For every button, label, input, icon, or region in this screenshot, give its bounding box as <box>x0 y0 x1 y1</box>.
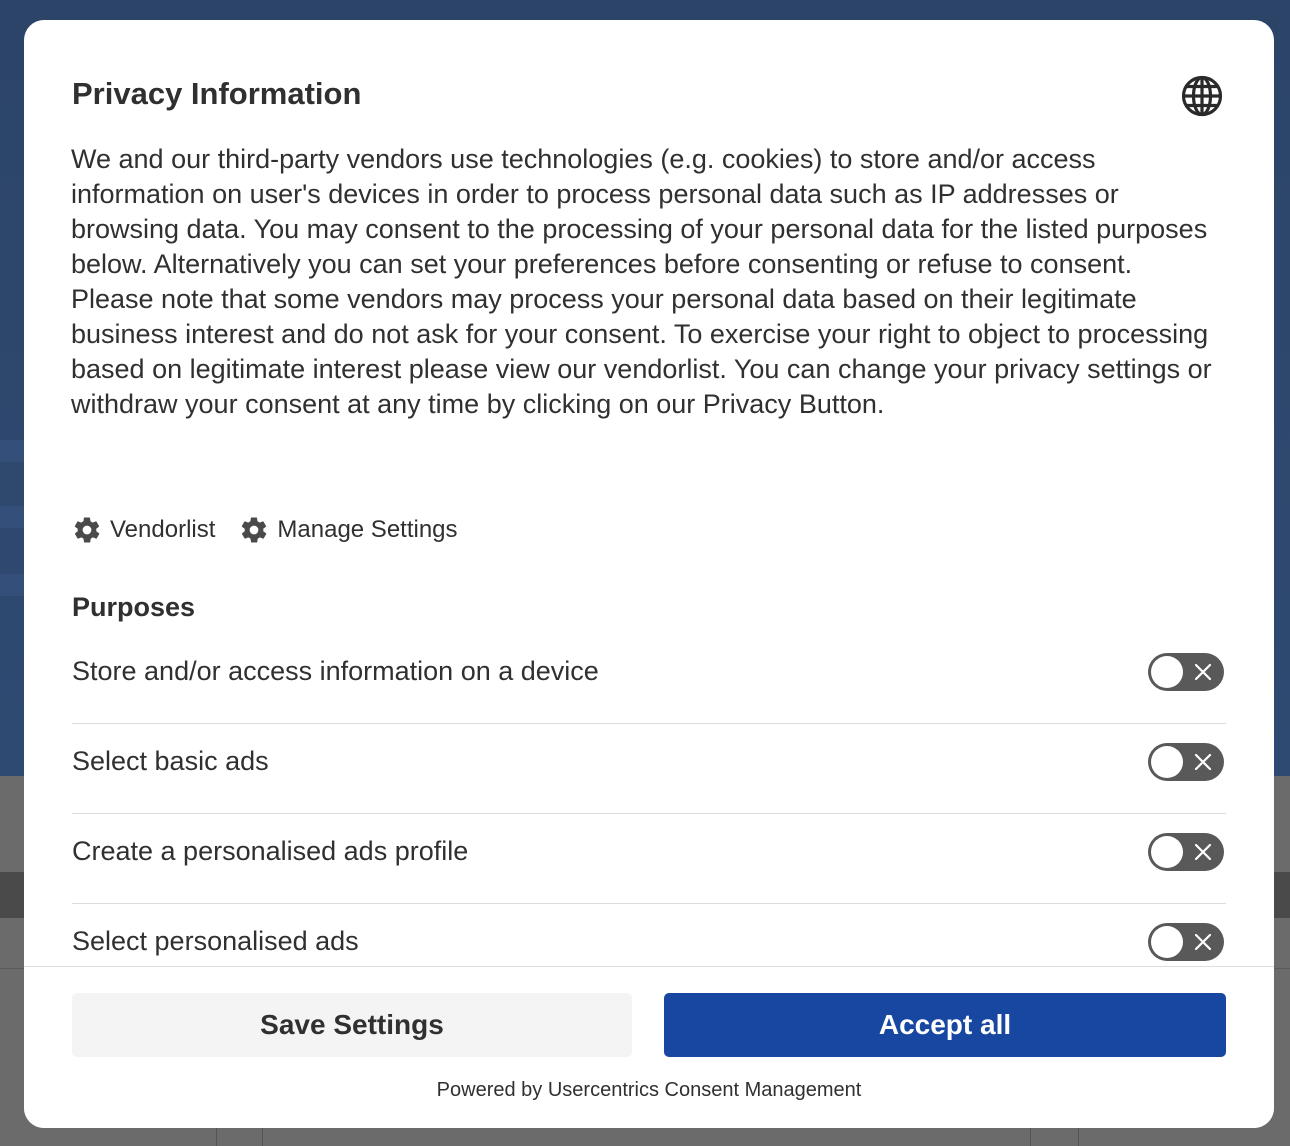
background-decoration <box>0 506 24 528</box>
background-divider <box>262 1128 263 1146</box>
globe-icon[interactable] <box>1180 74 1224 118</box>
purpose-label: Create a personalised ads profile <box>72 836 469 866</box>
toggle-knob <box>1151 746 1183 778</box>
purpose-label: Store and/or access information on a dev… <box>72 656 599 686</box>
purpose-item: Store and/or access information on a dev… <box>72 634 1226 724</box>
dialog-links: Vendorlist Manage Settings <box>72 512 482 548</box>
purpose-item: Select personalised ads <box>72 904 1226 966</box>
purpose-label: Select personalised ads <box>72 926 359 956</box>
dialog-footer: Save Settings Accept all Powered by User… <box>24 966 1274 1128</box>
consent-dialog: Privacy Information We and our third-par… <box>24 20 1274 1128</box>
purpose-label: Select basic ads <box>72 746 269 776</box>
purpose-toggle[interactable] <box>1148 653 1224 691</box>
background-divider <box>1078 1128 1079 1146</box>
close-icon <box>1194 753 1212 771</box>
background-divider <box>216 1128 217 1146</box>
close-icon <box>1194 843 1212 861</box>
accept-all-button[interactable]: Accept all <box>664 993 1226 1057</box>
manage-settings-link[interactable]: Manage Settings <box>239 515 458 545</box>
purpose-toggle[interactable] <box>1148 743 1224 781</box>
powered-by-text: Powered by Usercentrics Consent Manageme… <box>436 1079 862 1101</box>
consent-scroll-area[interactable]: Privacy Information We and our third-par… <box>24 20 1274 966</box>
vendorlist-label: Vendorlist <box>110 516 216 543</box>
background-decoration <box>0 574 24 596</box>
toggle-knob <box>1151 836 1183 868</box>
purpose-item: Select basic ads <box>72 724 1226 814</box>
purpose-toggle[interactable] <box>1148 833 1224 871</box>
toggle-knob <box>1151 926 1183 958</box>
dialog-title: Privacy Information <box>72 76 362 111</box>
save-settings-button[interactable]: Save Settings <box>72 993 632 1057</box>
purpose-toggle[interactable] <box>1148 923 1224 961</box>
close-icon <box>1194 933 1212 951</box>
purposes-heading: Purposes <box>72 592 196 622</box>
background-divider <box>1030 1128 1031 1146</box>
gear-icon <box>74 517 100 543</box>
toggle-knob <box>1151 656 1183 688</box>
background-decoration <box>0 440 24 462</box>
manage-settings-label: Manage Settings <box>277 516 458 543</box>
gear-icon <box>242 517 267 543</box>
purpose-list: Store and/or access information on a dev… <box>72 634 1226 966</box>
purpose-item: Create a personalised ads profile <box>72 814 1226 904</box>
close-icon <box>1194 663 1212 681</box>
vendorlist-link[interactable]: Vendorlist <box>72 515 215 545</box>
dialog-description: We and our third-party vendors use techn… <box>71 144 1212 419</box>
